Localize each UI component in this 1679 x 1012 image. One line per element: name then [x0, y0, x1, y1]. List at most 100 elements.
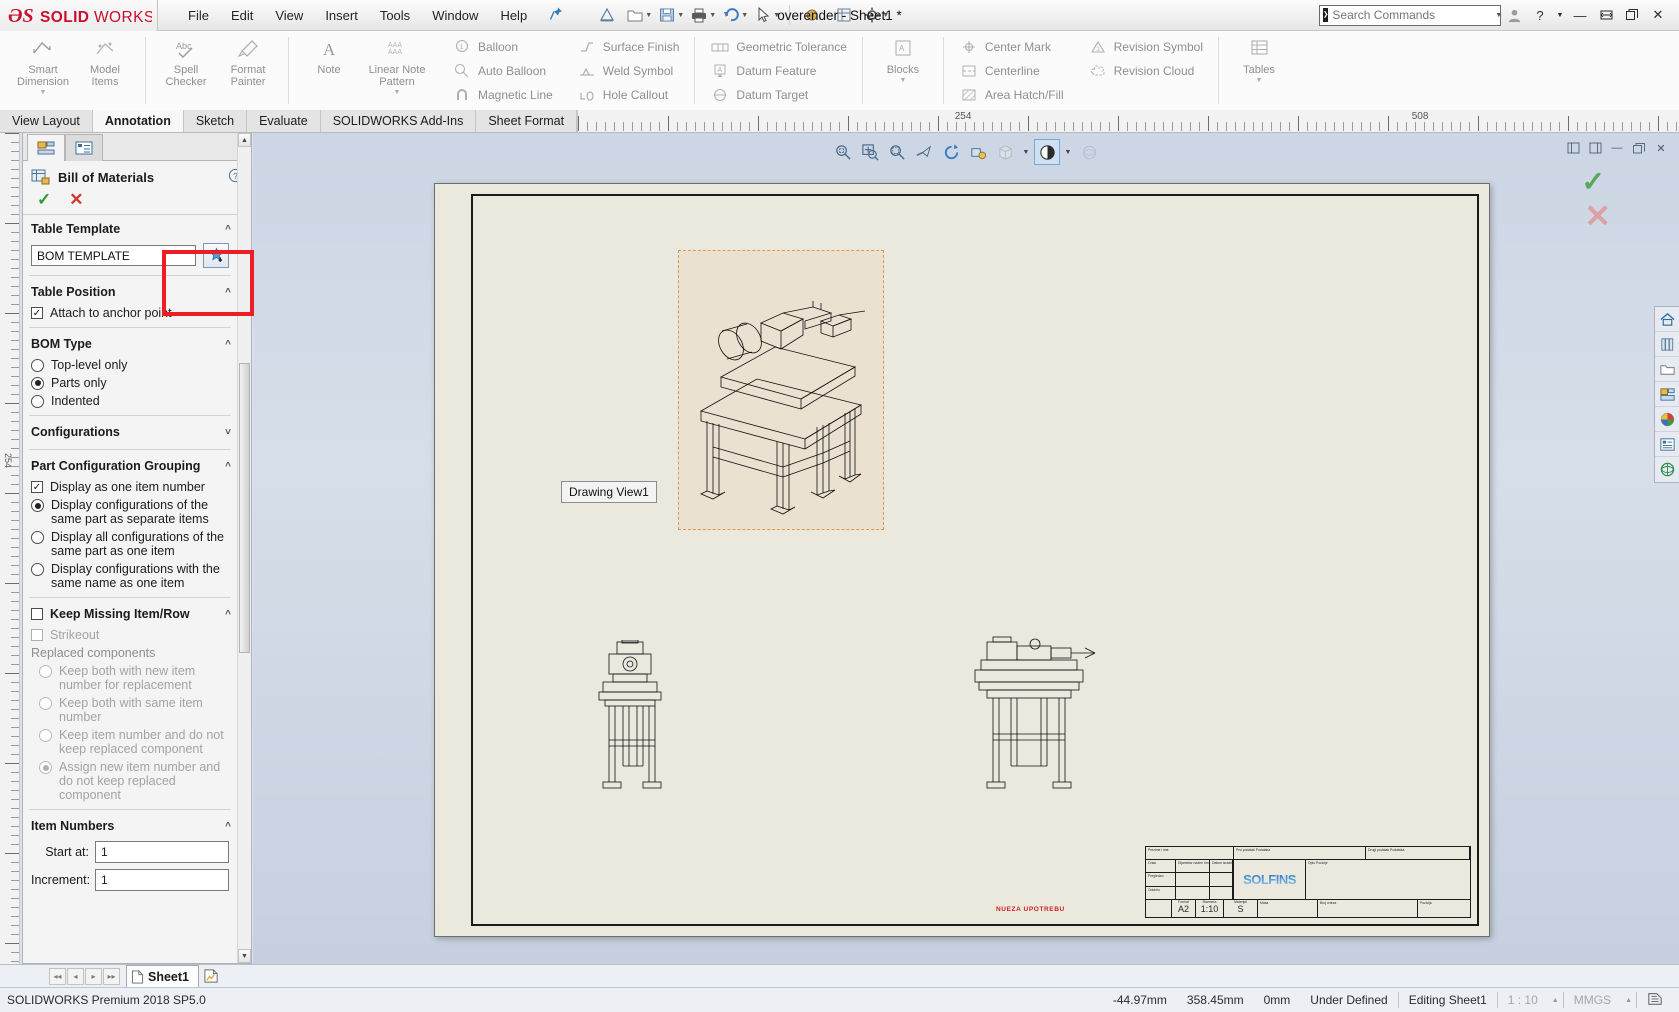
menu-edit[interactable]: Edit: [221, 4, 263, 27]
search-input[interactable]: [1332, 8, 1487, 22]
property-manager-tab[interactable]: [65, 134, 103, 161]
menu-window[interactable]: Window: [422, 4, 488, 27]
radio-assign-new-number[interactable]: [39, 761, 52, 774]
smart-dimension-button[interactable]: SmartDimension ▼: [12, 31, 74, 110]
document-restore-icon[interactable]: [1629, 139, 1649, 157]
linear-note-pattern-button[interactable]: AAAAAA Linear NotePattern ▼: [360, 31, 434, 110]
previous-view-icon[interactable]: [911, 139, 937, 165]
tab-sketch[interactable]: Sketch: [184, 110, 247, 132]
spell-checker-button[interactable]: Abc SpellChecker: [155, 31, 217, 110]
document-close-icon[interactable]: ✕: [1651, 139, 1671, 157]
replaced-option-0[interactable]: Keep both with new item number for repla…: [23, 662, 237, 694]
radio-indented[interactable]: [31, 395, 44, 408]
center-mark-button[interactable]: Center Mark: [953, 35, 1070, 59]
revision-cloud-button[interactable]: Revision Cloud: [1082, 59, 1209, 83]
replaced-option-2[interactable]: Keep item number and do not keep replace…: [23, 726, 237, 758]
display-one-item-checkbox[interactable]: ✓: [31, 481, 43, 493]
radio-keep-both-new-number[interactable]: [39, 665, 52, 678]
radio-keep-number-no-component[interactable]: [39, 729, 52, 742]
user-account-icon[interactable]: [1501, 3, 1527, 27]
section-bom-type[interactable]: BOM Type ^: [23, 330, 237, 356]
last-sheet-icon[interactable]: ▸▸: [103, 968, 120, 985]
menu-file[interactable]: File: [178, 4, 219, 27]
options-icon[interactable]: [1637, 991, 1673, 1009]
keep-missing-checkbox[interactable]: [31, 608, 43, 620]
replaced-option-1[interactable]: Keep both with same item number: [23, 694, 237, 726]
increment-input[interactable]: 1: [95, 869, 229, 891]
document-minimize-icon[interactable]: —: [1607, 139, 1627, 157]
design-library-icon[interactable]: [1655, 332, 1679, 357]
tab-sheet-format[interactable]: Sheet Format: [476, 110, 577, 132]
section-configurations[interactable]: Configurations ˅: [23, 418, 237, 444]
replaced-option-3[interactable]: Assign new item number and do not keep r…: [23, 758, 237, 804]
select-tool-button[interactable]: ▼: [752, 2, 782, 28]
first-sheet-icon[interactable]: ◂◂: [49, 968, 66, 985]
strikeout-row[interactable]: Strikeout: [23, 626, 237, 644]
format-painter-button[interactable]: FormatPainter: [217, 31, 279, 110]
drawing-view-front[interactable]: [589, 640, 671, 792]
zoom-to-area-icon[interactable]: [857, 139, 883, 165]
scroll-up-button[interactable]: ▲: [238, 133, 251, 147]
model-items-button[interactable]: ModelItems: [74, 31, 136, 110]
weld-symbol-button[interactable]: Weld Symbol: [571, 59, 686, 83]
config-group-option-1[interactable]: Display all configurations of the same p…: [23, 528, 237, 560]
tab-evaluate[interactable]: Evaluate: [247, 110, 321, 132]
options-gear-button[interactable]: ▼: [861, 2, 891, 28]
scale-dropdown-caret[interactable]: ▲: [1548, 997, 1563, 1004]
datum-target-button[interactable]: Datum Target: [704, 83, 853, 107]
display-style-dropdown-caret[interactable]: ▼: [1061, 139, 1075, 165]
zoom-to-fit-icon[interactable]: [830, 139, 856, 165]
config-group-option-0[interactable]: Display configurations of the same part …: [23, 496, 237, 528]
tile-left-icon[interactable]: [1563, 139, 1583, 157]
blocks-dropdown-caret[interactable]: ▼: [899, 77, 906, 84]
status-units[interactable]: MMGS: [1564, 993, 1621, 1007]
scroll-thumb[interactable]: [239, 363, 250, 653]
smart-dimension-dropdown-caret[interactable]: ▼: [40, 89, 47, 96]
view-orientation-icon[interactable]: [992, 139, 1018, 165]
sheet-tab-sheet1[interactable]: Sheet1: [126, 965, 199, 987]
bom-type-option-indented[interactable]: Indented: [23, 392, 237, 410]
config-group-option-2[interactable]: Display configurations with the same nam…: [23, 560, 237, 592]
attach-anchor-row[interactable]: ✓ Attach to anchor point: [23, 304, 237, 322]
section-table-template[interactable]: Table Template ^: [23, 215, 237, 241]
tables-dropdown-caret[interactable]: ▼: [1256, 77, 1263, 84]
table-template-input[interactable]: BOM TEMPLATE: [31, 245, 196, 266]
add-sheet-icon[interactable]: [199, 966, 223, 987]
display-style-icon[interactable]: [1034, 139, 1060, 165]
radio-top-level-only[interactable]: [31, 359, 44, 372]
hide-show-items-icon[interactable]: [1076, 139, 1102, 165]
search-commands-box[interactable]: ❯ ▼: [1319, 5, 1501, 26]
drawing-view-1[interactable]: [678, 250, 884, 530]
help-dropdown-caret[interactable]: ▼: [1553, 3, 1567, 27]
tab-annotation[interactable]: Annotation: [93, 110, 184, 132]
menu-tools[interactable]: Tools: [370, 4, 420, 27]
next-sheet-icon[interactable]: ▸: [85, 968, 102, 985]
chevron-up-icon[interactable]: ^: [225, 461, 231, 472]
restore-icon[interactable]: [1593, 3, 1619, 27]
prev-sheet-icon[interactable]: ◂: [67, 968, 84, 985]
datum-feature-button[interactable]: A Datum Feature: [704, 59, 853, 83]
auto-balloon-button[interactable]: Auto Balloon: [446, 59, 559, 83]
revision-symbol-button[interactable]: 1 Revision Symbol: [1082, 35, 1209, 59]
undo-button[interactable]: ▼: [720, 2, 750, 28]
drawing-sheet[interactable]: Drawing View1: [434, 183, 1490, 937]
open-template-icon[interactable]: [203, 243, 229, 268]
measure-button[interactable]: [797, 2, 827, 28]
section-properties-button[interactable]: [829, 2, 859, 28]
section-table-position[interactable]: Table Position ^: [23, 278, 237, 304]
view-palette-icon[interactable]: [1655, 382, 1679, 407]
units-dropdown-caret[interactable]: ▲: [1621, 997, 1636, 1004]
surface-finish-button[interactable]: Surface Finish: [571, 35, 686, 59]
title-block[interactable]: NUEZA UPOTREBU Prezime i ime Prvi podata…: [1145, 846, 1471, 918]
feature-manager-tab[interactable]: [27, 134, 65, 161]
view-orientation-dropdown-caret[interactable]: ▼: [1019, 139, 1033, 165]
radio-separate-items[interactable]: [31, 499, 44, 512]
section-item-numbers[interactable]: Item Numbers ^: [23, 812, 237, 838]
minimize-icon[interactable]: —: [1567, 3, 1593, 27]
drawing-view-side[interactable]: [967, 634, 1107, 792]
menu-help[interactable]: Help: [490, 4, 537, 27]
section-part-config-grouping[interactable]: Part Configuration Grouping ^: [23, 452, 237, 478]
chevron-down-icon[interactable]: ˅: [225, 427, 231, 438]
confirm-x-icon[interactable]: ✕: [1584, 197, 1611, 235]
pin-icon[interactable]: [549, 6, 564, 25]
